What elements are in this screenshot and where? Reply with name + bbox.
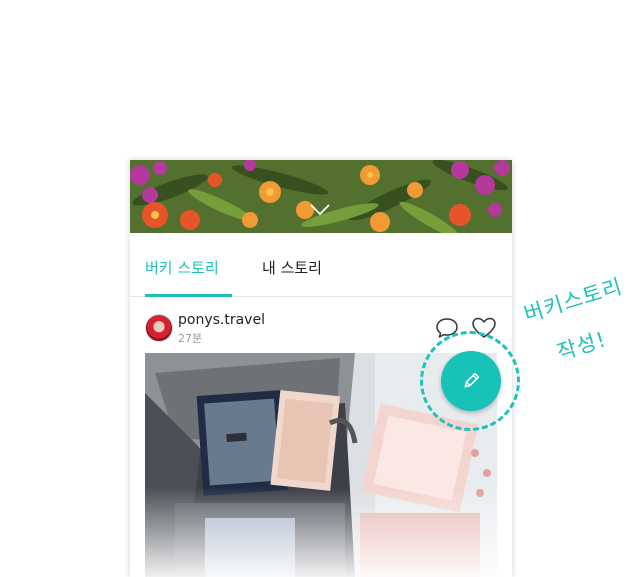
active-tab-indicator	[145, 294, 232, 297]
write-story-button[interactable]	[441, 351, 501, 411]
post-username[interactable]: ponys.travel	[178, 312, 265, 328]
pencil-icon	[464, 373, 479, 388]
avatar[interactable]	[145, 314, 173, 342]
story-tabs: 버키 스토리 내 스토리	[130, 233, 512, 297]
chevron-down-icon[interactable]	[308, 198, 332, 222]
story-banner[interactable]	[130, 160, 512, 233]
handwritten-note-line1: 버키스토리	[521, 274, 626, 327]
post-time: 27분	[178, 332, 203, 345]
flower-banner-image	[130, 160, 512, 233]
tab-bucky-story[interactable]: 버키 스토리	[145, 257, 219, 278]
tab-my-story[interactable]: 내 스토리	[262, 257, 322, 278]
handwritten-note-line2: 작성!	[554, 327, 610, 365]
